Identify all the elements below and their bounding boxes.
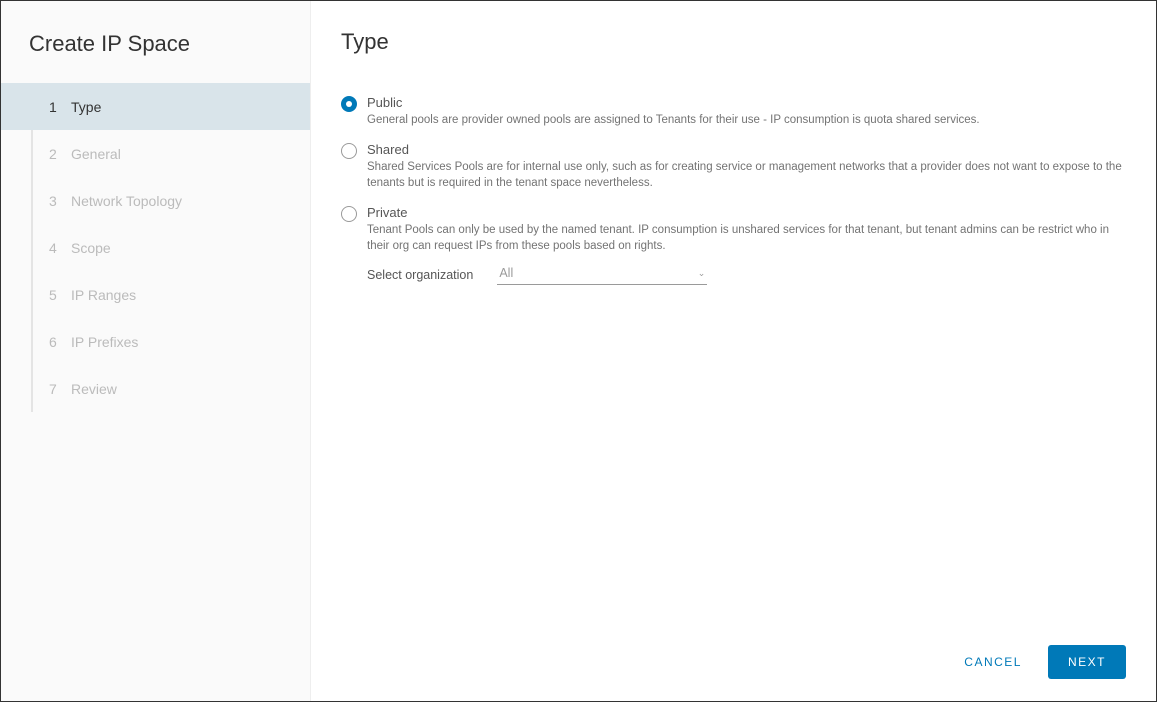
wizard-title: Create IP Space [1,21,310,83]
step-num: 3 [49,193,71,209]
step-general[interactable]: 2 General [1,130,310,177]
radio-public-desc: General pools are provider owned pools a… [367,112,1126,128]
step-label: Network Topology [71,193,182,209]
org-select-label: Select organization [367,268,473,282]
radio-private-desc: Tenant Pools can only be used by the nam… [367,222,1126,254]
org-select-row: Select organization All ⌄ [367,264,1126,285]
radio-public[interactable] [341,96,357,112]
step-num: 4 [49,240,71,256]
step-num: 6 [49,334,71,350]
type-radio-group: Public General pools are provider owned … [341,95,1126,285]
step-label: Scope [71,240,111,256]
wizard-modal: Create IP Space 1 Type 2 General 3 Netwo… [0,0,1157,702]
option-shared: Shared Shared Services Pools are for int… [341,142,1126,191]
radio-shared-label: Shared [367,142,409,157]
step-num: 2 [49,146,71,162]
step-scope[interactable]: 4 Scope [1,224,310,271]
org-select[interactable]: All ⌄ [497,264,707,285]
radio-private-label: Private [367,205,407,220]
radio-shared[interactable] [341,143,357,159]
step-label: Review [71,381,117,397]
step-label: IP Prefixes [71,334,138,350]
step-network-topology[interactable]: 3 Network Topology [1,177,310,224]
step-label: IP Ranges [71,287,136,303]
wizard-footer: CANCEL NEXT [958,645,1126,679]
step-label: Type [71,99,101,115]
step-num: 1 [49,99,71,115]
wizard-sidebar: Create IP Space 1 Type 2 General 3 Netwo… [1,1,311,701]
chevron-down-icon: ⌄ [698,268,706,279]
step-type[interactable]: 1 Type [1,83,310,130]
radio-private[interactable] [341,206,357,222]
step-num: 5 [49,287,71,303]
step-ip-ranges[interactable]: 5 IP Ranges [1,271,310,318]
step-ip-prefixes[interactable]: 6 IP Prefixes [1,318,310,365]
page-title: Type [341,29,1126,55]
step-review[interactable]: 7 Review [1,365,310,412]
wizard-steps: 1 Type 2 General 3 Network Topology 4 Sc… [1,83,310,412]
option-public: Public General pools are provider owned … [341,95,1126,128]
wizard-main: Type Public General pools are provider o… [311,1,1156,701]
next-button[interactable]: NEXT [1048,645,1126,679]
step-num: 7 [49,381,71,397]
step-label: General [71,146,121,162]
org-select-value: All [499,266,513,280]
radio-public-label: Public [367,95,402,110]
cancel-button[interactable]: CANCEL [958,645,1028,679]
radio-shared-desc: Shared Services Pools are for internal u… [367,159,1126,191]
option-private: Private Tenant Pools can only be used by… [341,205,1126,285]
